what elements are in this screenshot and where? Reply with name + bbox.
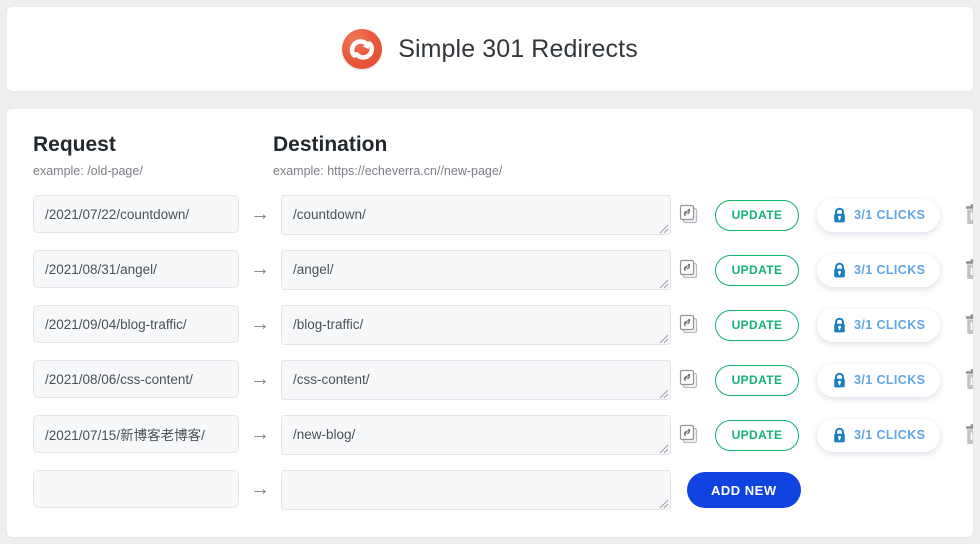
simple-301-redirects-logo-icon	[342, 29, 382, 69]
request-input[interactable]	[33, 360, 239, 398]
copy-link-icon[interactable]	[677, 423, 701, 447]
column-headings: Request example: /old-page/ Destination …	[27, 133, 953, 195]
update-button[interactable]: UPDATE	[715, 365, 799, 396]
copy-link-icon[interactable]	[677, 368, 701, 392]
request-column-heading: Request example: /old-page/	[33, 133, 143, 178]
copy-link-icon[interactable]	[677, 313, 701, 337]
clicks-badge[interactable]: 3/1 CLICKS	[817, 199, 940, 232]
redirect-row: → /angel/	[27, 250, 953, 305]
redirect-rows: → /countdown/	[27, 195, 953, 525]
destination-input[interactable]: /countdown/	[281, 195, 671, 235]
clicks-label: 3/1 CLICKS	[854, 318, 925, 332]
clicks-label: 3/1 CLICKS	[854, 373, 925, 387]
row-actions: UPDATE 3/1 CLICKS	[677, 415, 973, 455]
row-actions: UPDATE 3/1 CLICKS	[677, 360, 973, 400]
row-actions: UPDATE 3/1 CLICKS	[677, 195, 973, 235]
header-card: Simple 301 Redirects	[7, 7, 973, 91]
clicks-label: 3/1 CLICKS	[854, 428, 925, 442]
destination-field-wrap: /angel/	[281, 250, 671, 290]
new-request-input[interactable]	[33, 470, 239, 508]
request-example: example: /old-page/	[33, 164, 143, 178]
arrow-icon: →	[239, 470, 281, 508]
arrow-icon: →	[239, 250, 281, 288]
trash-icon[interactable]	[962, 313, 973, 337]
request-input[interactable]	[33, 305, 239, 343]
destination-field-wrap: /css-content/	[281, 360, 671, 400]
destination-input[interactable]: /blog-traffic/	[281, 305, 671, 345]
new-redirect-row: → ADD NEW	[27, 470, 953, 525]
destination-input[interactable]: /css-content/	[281, 360, 671, 400]
destination-title: Destination	[273, 133, 502, 156]
new-destination-input[interactable]	[281, 470, 671, 510]
trash-icon[interactable]	[962, 203, 973, 227]
trash-icon[interactable]	[962, 423, 973, 447]
copy-link-icon[interactable]	[677, 203, 701, 227]
redirect-row: → /css-content/	[27, 360, 953, 415]
lock-icon	[832, 317, 847, 334]
arrow-icon: →	[239, 195, 281, 233]
redirect-row: → /new-blog/	[27, 415, 953, 470]
request-input[interactable]	[33, 195, 239, 233]
page-title: Simple 301 Redirects	[398, 35, 638, 64]
update-button[interactable]: UPDATE	[715, 310, 799, 341]
clicks-label: 3/1 CLICKS	[854, 263, 925, 277]
destination-field-wrap: /new-blog/	[281, 415, 671, 455]
add-new-button[interactable]: ADD NEW	[687, 472, 801, 508]
destination-input[interactable]: /new-blog/	[281, 415, 671, 455]
brand: Simple 301 Redirects	[342, 29, 638, 69]
request-title: Request	[33, 133, 143, 156]
clicks-badge[interactable]: 3/1 CLICKS	[817, 309, 940, 342]
lock-icon	[832, 207, 847, 224]
lock-icon	[832, 427, 847, 444]
destination-input[interactable]: /angel/	[281, 250, 671, 290]
redirect-row: → /blog-traffic/	[27, 305, 953, 360]
trash-icon[interactable]	[962, 368, 973, 392]
trash-icon[interactable]	[962, 258, 973, 282]
arrow-icon: →	[239, 415, 281, 453]
clicks-label: 3/1 CLICKS	[854, 208, 925, 222]
request-input[interactable]	[33, 250, 239, 288]
copy-link-icon[interactable]	[677, 258, 701, 282]
clicks-badge[interactable]: 3/1 CLICKS	[817, 364, 940, 397]
request-input[interactable]	[33, 415, 239, 453]
update-button[interactable]: UPDATE	[715, 420, 799, 451]
clicks-badge[interactable]: 3/1 CLICKS	[817, 254, 940, 287]
update-button[interactable]: UPDATE	[715, 200, 799, 231]
redirect-row: → /countdown/	[27, 195, 953, 250]
row-actions: UPDATE 3/1 CLICKS	[677, 305, 973, 345]
row-actions: UPDATE 3/1 CLICKS	[677, 250, 973, 290]
destination-field-wrap	[281, 470, 671, 510]
destination-field-wrap: /countdown/	[281, 195, 671, 235]
redirects-card: Request example: /old-page/ Destination …	[7, 109, 973, 537]
update-button[interactable]: UPDATE	[715, 255, 799, 286]
lock-icon	[832, 262, 847, 279]
clicks-badge[interactable]: 3/1 CLICKS	[817, 419, 940, 452]
arrow-icon: →	[239, 360, 281, 398]
arrow-icon: →	[239, 305, 281, 343]
lock-icon	[832, 372, 847, 389]
destination-column-heading: Destination example: https://echeverra.c…	[273, 133, 502, 178]
destination-example: example: https://echeverra.cn//new-page/	[273, 164, 502, 178]
destination-field-wrap: /blog-traffic/	[281, 305, 671, 345]
simple-301-redirects-page: Simple 301 Redirects Request example: /o…	[0, 0, 980, 544]
